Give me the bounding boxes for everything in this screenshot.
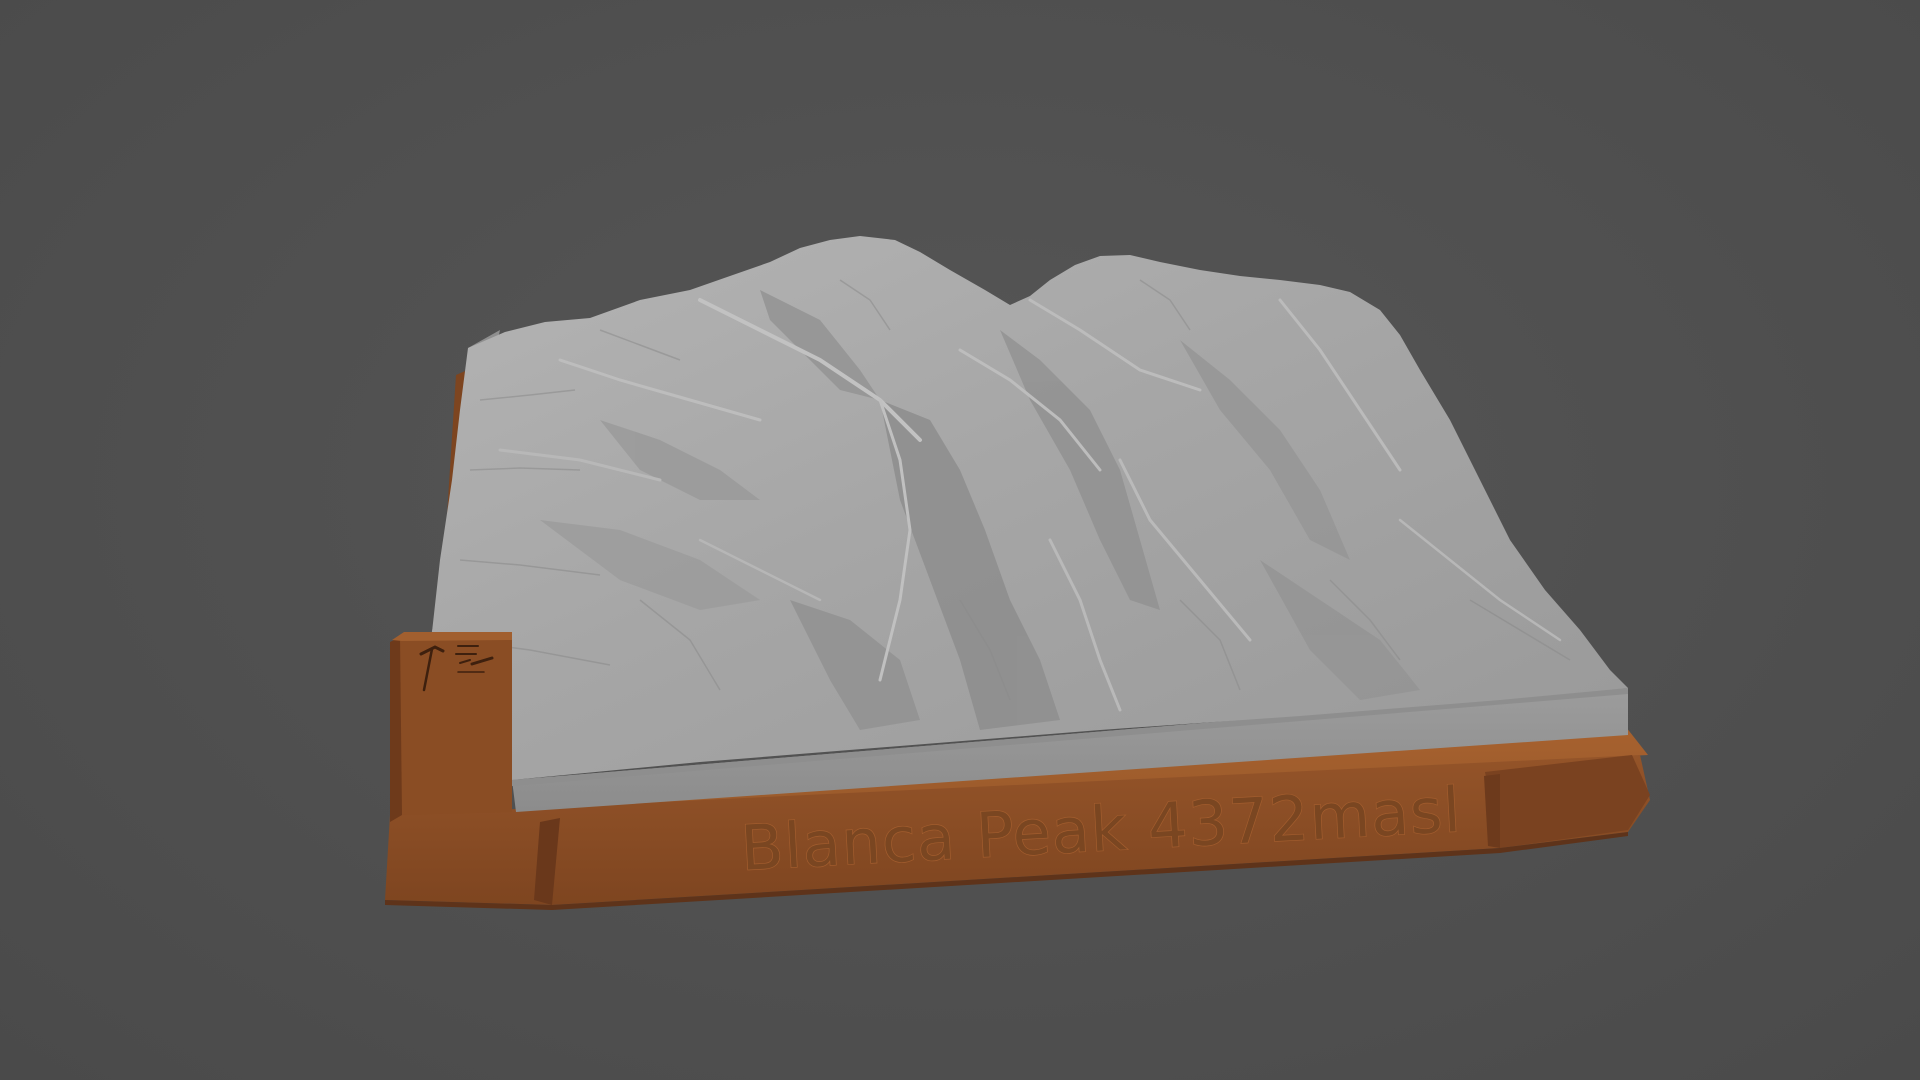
plaque-top [392,632,512,641]
plaque-front [400,636,512,815]
3d-viewport[interactable]: Blanca Peak 4372masl [0,0,1920,1080]
info-plaque [390,632,512,822]
terrain-block [430,236,1628,812]
plaque-side [390,636,402,822]
terrain-model-render: Blanca Peak 4372masl [385,236,1650,910]
